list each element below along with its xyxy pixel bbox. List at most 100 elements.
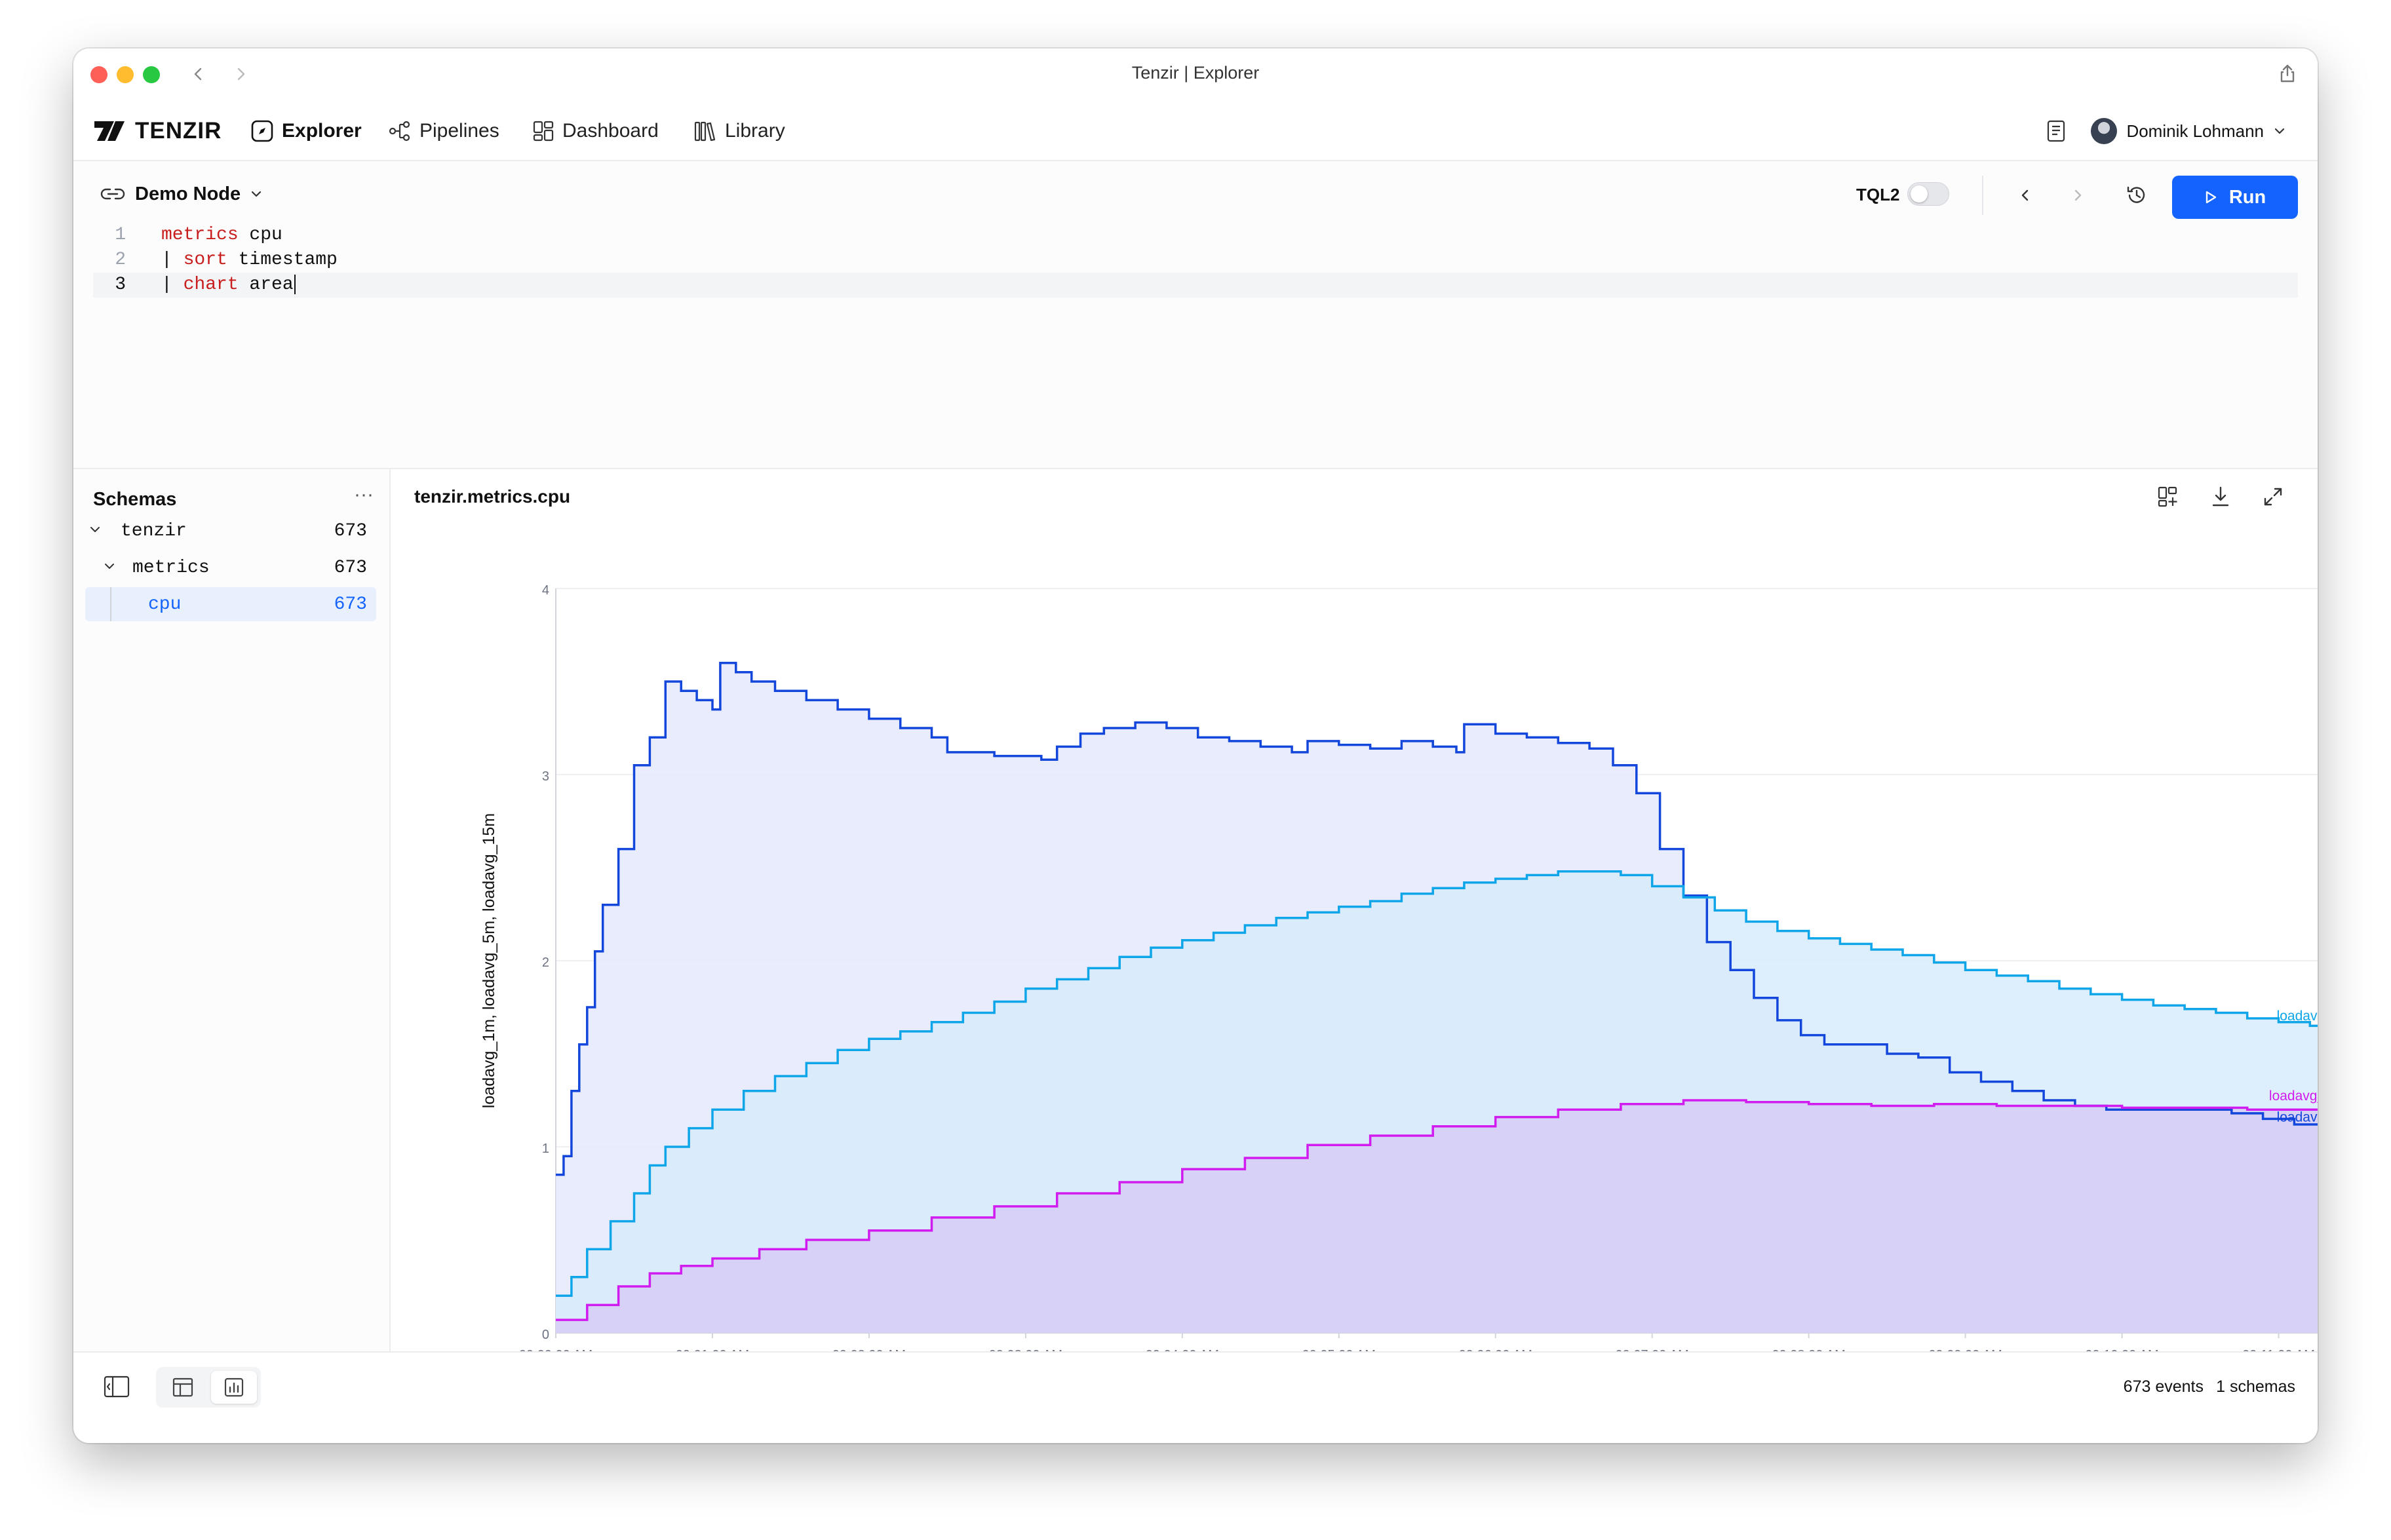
tree-count: 673 <box>334 557 367 578</box>
schemas-sidebar: Schemas ··· tenzir 673 metrics 673 cpu 6… <box>73 469 391 1351</box>
window-title: Tenzir | Explorer <box>1131 63 1260 83</box>
more-options-icon[interactable]: ··· <box>354 484 374 506</box>
series-end-label: loadavg_1m <box>2277 1109 2318 1125</box>
chart-view-button[interactable] <box>211 1371 257 1404</box>
logo-text: TENZIR <box>135 118 222 144</box>
user-menu[interactable]: Dominik Lohmann <box>2091 115 2286 147</box>
code-text: metrics cpu <box>161 225 282 245</box>
add-to-dashboard-button[interactable] <box>2152 481 2184 512</box>
code-text: | chart area <box>161 273 296 298</box>
tree-label: metrics <box>132 557 210 578</box>
area-chart[interactable]: 0123409:00:00 AM09:01:00 AM09:02:00 AM09… <box>392 469 2318 1351</box>
tree-label: tenzir <box>121 520 187 541</box>
code-line-current: 3 | chart area <box>93 273 2298 298</box>
history-icon <box>2127 186 2145 203</box>
dashboard-icon <box>533 121 554 142</box>
compass-icon <box>251 120 273 142</box>
tree-count: 673 <box>334 520 367 541</box>
keyword: sort <box>183 250 227 270</box>
app-window: Tenzir | Explorer TENZIR Explorer Pipeli… <box>73 48 2318 1443</box>
sidebar-toggle-icon <box>104 1376 130 1398</box>
y-axis-title: loadavg_1m, loadavg_5m, loadavg_15m <box>480 813 498 1108</box>
toggle-knob <box>1911 185 1928 202</box>
previous-query-button[interactable] <box>2010 180 2041 211</box>
chevron-left-icon <box>2021 189 2029 201</box>
tree-item-cpu[interactable]: cpu 673 <box>85 587 376 621</box>
app-nav-bar: TENZIR Explorer Pipelines Dashboard Libr… <box>73 101 2318 161</box>
code-editor[interactable]: 1 metrics cpu 2 | sort timestamp 3 | cha… <box>93 223 2298 298</box>
y-tick-label: 0 <box>542 1328 549 1342</box>
title-bar: Tenzir | Explorer <box>73 48 2318 101</box>
series-end-label: loadavg_5m <box>2277 1009 2318 1024</box>
query-editor-area: Demo Node TQL2 Run 1 metrics cpu 2 | sor… <box>73 161 2318 469</box>
line-number: 1 <box>115 225 126 245</box>
expand-icon <box>2264 488 2282 506</box>
y-tick-label: 4 <box>542 583 549 598</box>
nav-dashboard[interactable]: Dashboard <box>532 115 659 147</box>
download-icon <box>2212 486 2229 507</box>
tenzir-logo-mark <box>94 121 125 141</box>
events-count: 673 events <box>2123 1377 2204 1396</box>
code-text: | sort timestamp <box>161 250 338 270</box>
link-icon <box>100 188 125 200</box>
code-line: 1 metrics cpu <box>93 223 2298 248</box>
line-number: 3 <box>115 275 126 295</box>
node-selector[interactable]: Demo Node <box>100 178 263 210</box>
series-end-label: loadavg_15m <box>2269 1088 2318 1104</box>
chevron-down-icon <box>252 191 262 197</box>
schemas-title: Schemas <box>93 489 177 510</box>
avatar <box>2091 118 2118 144</box>
run-button[interactable]: Run <box>2172 176 2298 219</box>
y-tick-label: 1 <box>542 1142 549 1156</box>
chart-panel: 0123409:00:00 AM09:01:00 AM09:02:00 AM09… <box>392 469 2318 1351</box>
run-label: Run <box>2228 186 2266 208</box>
table-view-button[interactable] <box>160 1371 206 1404</box>
text-cursor <box>294 274 296 294</box>
nav-dashboard-label: Dashboard <box>562 120 659 142</box>
nav-explorer[interactable]: Explorer <box>250 115 362 147</box>
chevron-down-icon <box>2274 128 2285 134</box>
table-icon <box>172 1377 193 1397</box>
keyword: metrics <box>161 225 239 245</box>
share-icon[interactable] <box>2273 59 2302 88</box>
tql2-toggle[interactable] <box>1907 182 1949 206</box>
tree-count: 673 <box>334 594 367 615</box>
download-button[interactable] <box>2205 481 2236 512</box>
line-number: 2 <box>115 250 126 270</box>
view-switcher <box>156 1367 261 1408</box>
nav-library-label: Library <box>725 120 785 142</box>
play-icon <box>2206 191 2217 204</box>
chevron-down-icon <box>85 521 105 541</box>
node-selector-label: Demo Node <box>135 183 241 204</box>
y-tick-label: 2 <box>542 955 549 970</box>
nav-library[interactable]: Library <box>693 115 785 147</box>
panel-title: tenzir.metrics.cpu <box>414 486 571 507</box>
chevron-down-icon <box>100 558 119 578</box>
tree-guide <box>110 587 111 621</box>
toggle-sidebar-button[interactable] <box>100 1370 134 1404</box>
tenzir-logo[interactable]: TENZIR <box>93 115 222 147</box>
tree-item-tenzir[interactable]: tenzir 673 <box>85 514 376 548</box>
schemas-count: 1 schemas <box>2216 1377 2295 1396</box>
docs-icon[interactable] <box>2042 117 2071 145</box>
nav-pipelines-label: Pipelines <box>419 120 499 142</box>
expand-button[interactable] <box>2257 481 2289 512</box>
bar-chart-icon <box>224 1377 244 1397</box>
history-button[interactable] <box>2121 180 2152 211</box>
toolbar-divider <box>1982 176 1983 215</box>
tree-label: cpu <box>148 594 182 615</box>
y-tick-label: 3 <box>542 769 549 784</box>
tree-item-metrics[interactable]: metrics 673 <box>85 550 376 585</box>
next-query-button[interactable] <box>2062 180 2093 211</box>
keyword: chart <box>183 275 239 295</box>
user-name: Dominik Lohmann <box>2126 121 2264 141</box>
nav-explorer-label: Explorer <box>282 120 362 142</box>
layout-add-icon <box>2158 486 2177 507</box>
nav-pipelines[interactable]: Pipelines <box>388 115 499 147</box>
chevron-right-icon <box>2074 189 2082 201</box>
status-bar: 673 events 1 schemas <box>73 1351 2318 1443</box>
tql2-label: TQL2 <box>1856 185 1900 204</box>
pipeline-icon <box>389 121 410 142</box>
library-icon <box>694 121 716 142</box>
code-line: 2 | sort timestamp <box>93 248 2298 273</box>
